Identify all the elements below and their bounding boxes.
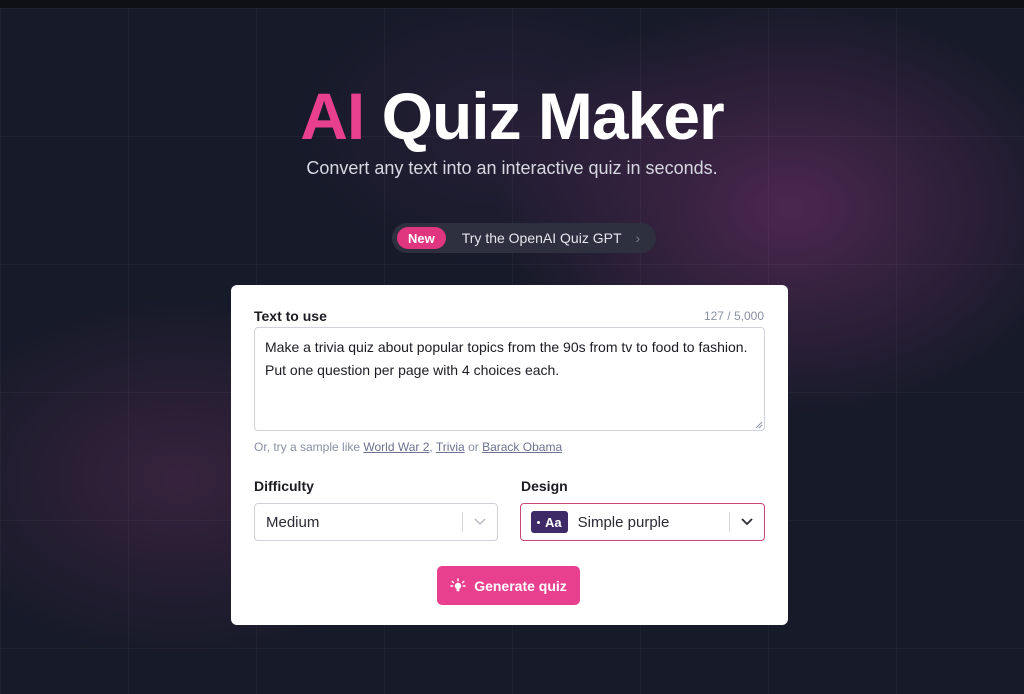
samples-or: or [464,440,483,454]
sample-suggestions: Or, try a sample like World War 2, Trivi… [254,440,562,454]
announcement-text: Try the OpenAI Quiz GPT [461,230,622,246]
samples-prefix: Or, try a sample like [254,440,364,454]
new-badge: New [397,227,446,249]
design-label: Design [521,478,568,494]
top-bar [0,0,1024,8]
quiz-form-card: Text to use 127 / 5,000 Make a trivia qu… [231,285,788,625]
badge-dot [537,520,540,524]
chevron-down-icon [730,518,764,526]
announcement-pill[interactable]: New Try the OpenAI Quiz GPT › [392,223,656,253]
generate-quiz-label: Generate quiz [474,577,567,594]
title-rest: Quiz Maker [381,79,725,153]
sample-link-barack-obama[interactable]: Barack Obama [482,440,562,454]
sample-link-trivia[interactable]: Trivia [436,440,465,454]
resize-handle-icon[interactable] [755,421,763,429]
chevron-down-icon [463,518,497,526]
page-subtitle: Convert any text into an interactive qui… [306,158,718,178]
lightbulb-icon [450,577,466,591]
design-value: Simple purple [577,513,670,531]
page-title: AI Quiz Maker [0,78,1024,154]
difficulty-select[interactable]: Medium [254,503,498,541]
text-to-use-label: Text to use [254,308,327,324]
design-select[interactable]: Aa Simple purple [520,503,765,541]
difficulty-label: Difficulty [254,478,314,494]
sample-link-world-war-2[interactable]: World War 2 [363,440,429,454]
design-badge-text: Aa [545,514,562,530]
title-accent: AI [300,79,365,153]
generate-quiz-button[interactable]: Generate quiz [437,566,580,605]
character-counter: 127 / 5,000 [703,309,764,323]
design-preview-badge: Aa [531,511,568,533]
quiz-text-input[interactable]: Make a trivia quiz about popular topics … [254,327,765,431]
chevron-right-icon: › [635,230,641,246]
difficulty-value: Medium [266,513,320,531]
